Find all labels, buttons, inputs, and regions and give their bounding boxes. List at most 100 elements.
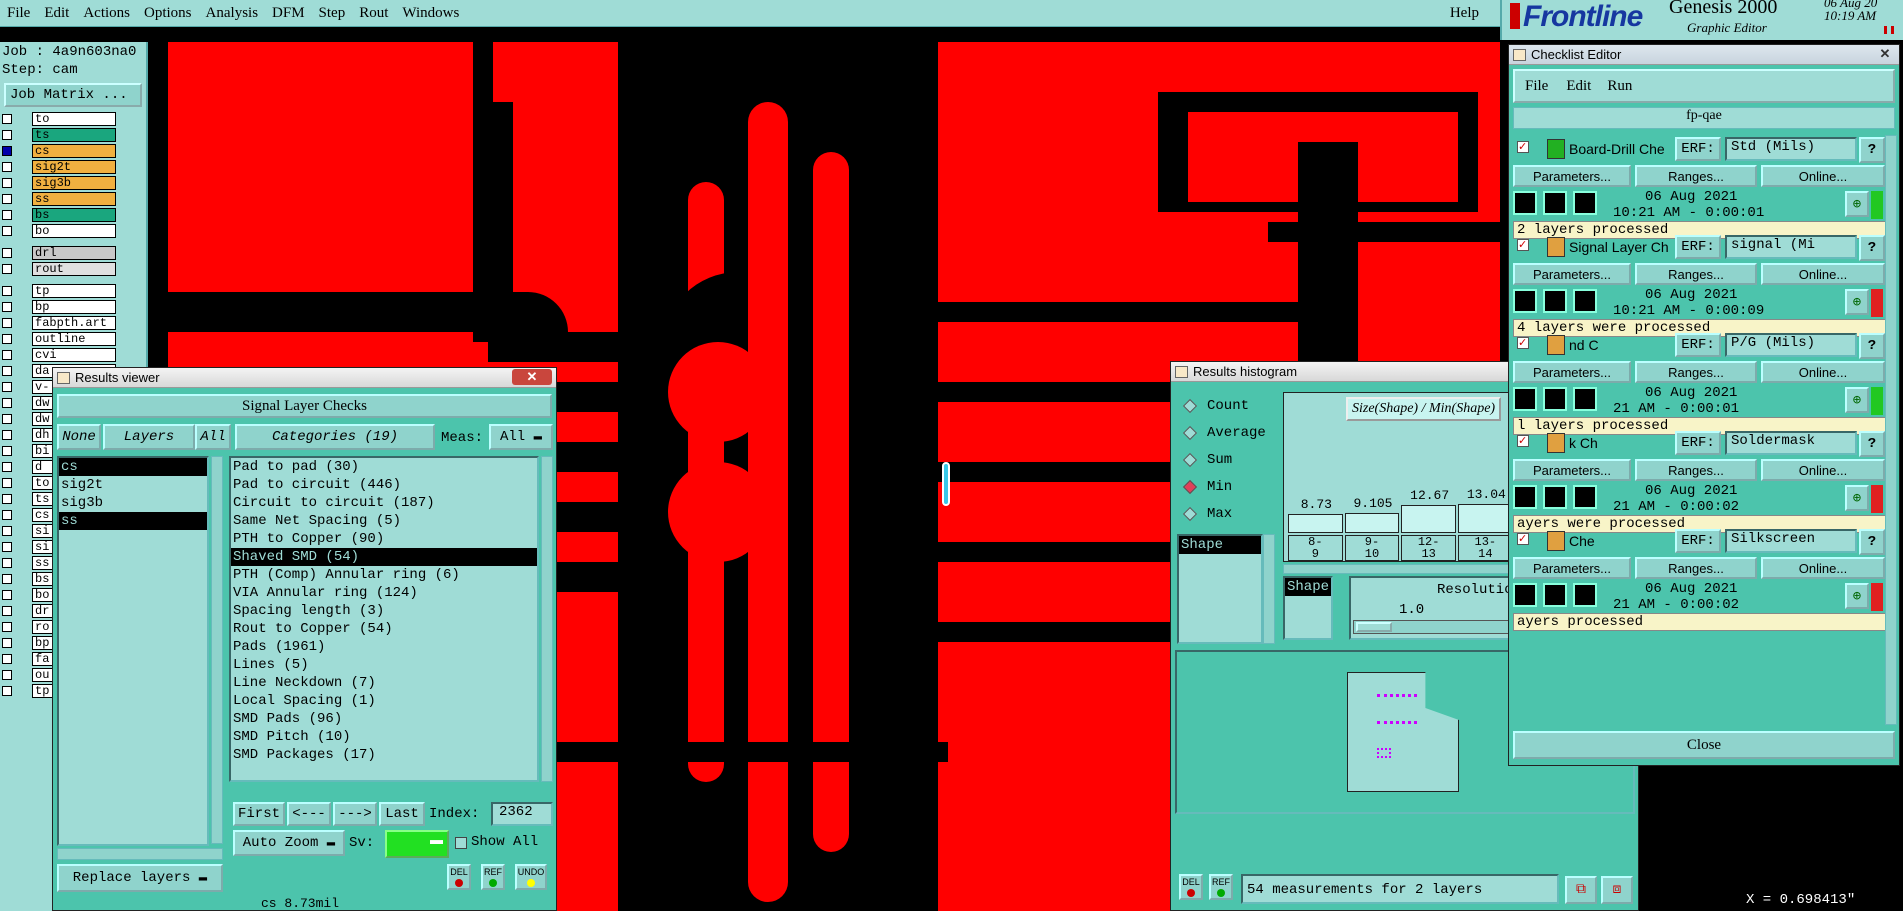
ranges-button[interactable]: Ranges... (1635, 263, 1757, 285)
layer-checkbox[interactable] (2, 414, 12, 424)
menu-rout[interactable]: Rout (352, 5, 395, 22)
list-item[interactable]: Same Net Spacing (5) (231, 512, 537, 530)
list-item[interactable]: SMD Pads (96) (231, 710, 537, 728)
online-button[interactable]: Online... (1761, 165, 1885, 187)
list-item[interactable]: Local Spacing (1) (231, 692, 537, 710)
index-input[interactable]: 2362 (491, 802, 553, 826)
erf-button[interactable]: ERF: (1675, 137, 1721, 161)
menu-options[interactable]: Options (137, 5, 199, 22)
list-item[interactable]: cs (59, 458, 207, 476)
layer-checkbox[interactable] (2, 162, 12, 172)
help-button[interactable]: ? (1859, 333, 1885, 359)
layer-name[interactable]: sig3b (32, 176, 116, 190)
layer-checkbox[interactable] (2, 686, 12, 696)
shape-list-scrollbar[interactable] (1263, 534, 1275, 644)
run-icon[interactable] (1513, 191, 1537, 215)
run-icon[interactable] (1513, 485, 1537, 509)
layer-name[interactable]: drl (32, 246, 116, 260)
layer-row[interactable]: to (2, 111, 146, 127)
layer-checkbox[interactable] (2, 302, 12, 312)
menu-dfm[interactable]: DFM (265, 5, 312, 22)
run-icon[interactable] (1513, 387, 1537, 411)
layer-row[interactable]: ts (2, 127, 146, 143)
parameters-button[interactable]: Parameters... (1513, 459, 1631, 481)
radio-indicator[interactable] (1182, 479, 1198, 494)
radio-max[interactable]: Max (1177, 500, 1277, 527)
layer-checkbox[interactable] (2, 366, 12, 376)
none-button[interactable]: None (57, 424, 101, 450)
layer-checkbox[interactable] (2, 606, 12, 616)
check-name[interactable]: nd C (1569, 337, 1669, 353)
parameters-button[interactable]: Parameters... (1513, 557, 1631, 579)
first-button[interactable]: First (233, 802, 285, 826)
list-item[interactable]: PTH to Copper (90) (231, 530, 537, 548)
layer-row[interactable]: fabpth.art (2, 315, 146, 331)
erf-button[interactable]: ERF: (1675, 333, 1721, 357)
erf-value[interactable]: P/G (Mils) (1725, 333, 1857, 357)
histogram-bar[interactable] (1458, 504, 1513, 533)
layer-checkbox[interactable] (2, 178, 12, 188)
run-icon[interactable] (1573, 191, 1597, 215)
preview-ref-button[interactable]: REF (1209, 874, 1233, 900)
erf-button[interactable]: ERF: (1675, 529, 1721, 553)
parameters-button[interactable]: Parameters... (1513, 165, 1631, 187)
erf-button[interactable]: ERF: (1675, 431, 1721, 455)
layer-checkbox[interactable] (2, 430, 12, 440)
erf-value[interactable]: signal (Mi (1725, 235, 1857, 259)
layer-checkbox[interactable] (2, 398, 12, 408)
checklist-menu-run[interactable]: Run (1599, 78, 1640, 95)
layer-checkbox[interactable] (2, 210, 12, 220)
online-button[interactable]: Online... (1761, 459, 1885, 481)
check-enabled-checkbox[interactable]: ✓ (1517, 435, 1529, 447)
run-icon[interactable] (1543, 289, 1567, 313)
layer-row[interactable]: bs (2, 207, 146, 223)
layer-checkbox[interactable] (2, 510, 12, 520)
menu-file[interactable]: File (0, 5, 37, 22)
layer-row[interactable]: cvi (2, 347, 146, 363)
layer-checkbox[interactable] (2, 286, 12, 296)
layer-checkbox[interactable] (2, 558, 12, 568)
list-item[interactable]: Pads (1961) (231, 638, 537, 656)
run-icon[interactable] (1513, 583, 1537, 607)
check-enabled-checkbox[interactable]: ✓ (1517, 533, 1529, 545)
layer-checkbox[interactable] (2, 526, 12, 536)
run-icon[interactable] (1573, 387, 1597, 411)
run-icon[interactable] (1543, 387, 1567, 411)
next-button[interactable]: ---> (333, 802, 377, 826)
menu-actions[interactable]: Actions (76, 5, 137, 22)
layer-row[interactable]: cs (2, 143, 146, 159)
check-enabled-checkbox[interactable]: ✓ (1517, 239, 1529, 251)
layer-name[interactable]: bs (32, 208, 116, 222)
checklist-menu-file[interactable]: File (1515, 78, 1558, 95)
check-name[interactable]: Signal Layer Ch (1569, 239, 1669, 255)
radio-sum[interactable]: Sum (1177, 446, 1277, 473)
undo-button[interactable]: UNDO (515, 864, 547, 890)
layer-list-hscroll[interactable] (57, 848, 223, 860)
radio-indicator[interactable] (1182, 506, 1198, 521)
layer-name[interactable]: outline (32, 332, 116, 346)
layer-row[interactable]: sig3b (2, 175, 146, 191)
layers-button[interactable]: Layers (103, 424, 195, 450)
del-button[interactable]: DEL (447, 864, 471, 890)
layer-checkbox[interactable] (2, 494, 12, 504)
check-name[interactable]: Che (1569, 533, 1669, 549)
layer-name[interactable]: bo (32, 224, 116, 238)
list-item[interactable]: Shaved SMD (54) (231, 548, 537, 566)
check-enabled-checkbox[interactable]: ✓ (1517, 141, 1529, 153)
zoom-area-icon[interactable]: ⧈ (1601, 876, 1633, 904)
close-icon[interactable]: ✕ (1875, 46, 1895, 62)
layer-checkbox[interactable] (2, 114, 12, 124)
layer-result-list[interactable]: cs sig2t sig3b ss (57, 456, 209, 846)
layer-checkbox[interactable] (2, 462, 12, 472)
layer-checkbox[interactable] (2, 226, 12, 236)
checklist-menu-edit[interactable]: Edit (1558, 78, 1599, 95)
all-button[interactable]: All (195, 424, 231, 450)
help-button[interactable]: ? (1859, 431, 1885, 457)
list-item[interactable]: Rout to Copper (54) (231, 620, 537, 638)
menu-edit[interactable]: Edit (37, 5, 76, 22)
histogram-bar[interactable] (1344, 512, 1400, 533)
layer-name[interactable]: bp (32, 300, 116, 314)
list-item[interactable]: Line Neckdown (7) (231, 674, 537, 692)
run-icon[interactable] (1543, 485, 1567, 509)
layer-checkbox[interactable] (2, 574, 12, 584)
